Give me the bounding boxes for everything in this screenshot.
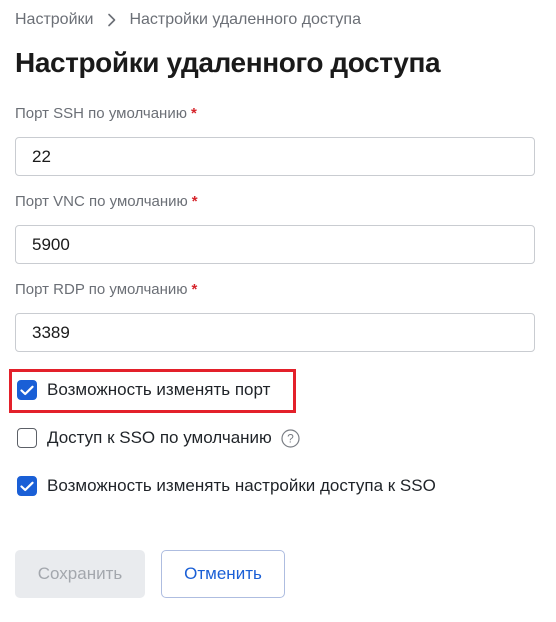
chevron-right-icon [107, 13, 116, 27]
ssh-port-input[interactable] [15, 137, 535, 176]
sso-default-access-label: Доступ к SSO по умолчанию [47, 428, 272, 447]
ssh-port-field: Порт SSH по умолчанию * [15, 105, 535, 176]
rdp-port-field: Порт RDP по умолчанию * [15, 281, 535, 352]
rdp-port-input[interactable] [15, 313, 535, 352]
page-title: Настройки удаленного доступа [15, 47, 441, 78]
vnc-port-input[interactable] [15, 225, 535, 264]
allow-port-change-checkbox[interactable] [17, 380, 37, 400]
allow-port-change-label: Возможность изменять порт [47, 380, 271, 399]
allow-port-change-checkbox-row[interactable]: Возможность изменять порт [17, 379, 270, 401]
save-button[interactable]: Сохранить [15, 550, 145, 598]
rdp-port-label: Порт RDP по умолчанию * [15, 281, 535, 299]
ssh-port-label-text: Порт SSH по умолчанию [15, 105, 187, 122]
vnc-port-label-text: Порт VNC по умолчанию [15, 193, 188, 210]
svg-text:?: ? [287, 431, 294, 445]
allow-sso-settings-change-checkbox-row[interactable]: Возможность изменять настройки доступа к… [17, 475, 436, 497]
vnc-port-label: Порт VNC по умолчанию * [15, 193, 535, 211]
required-mark: * [191, 281, 198, 298]
check-icon [20, 385, 34, 395]
sso-default-access-checkbox-row[interactable]: Доступ к SSO по умолчанию ? [17, 427, 300, 449]
vnc-port-field: Порт VNC по умолчанию * [15, 193, 535, 264]
sso-default-access-checkbox[interactable] [17, 428, 37, 448]
breadcrumb: Настройки Настройки удаленного доступа [15, 10, 361, 30]
breadcrumb-item-settings[interactable]: Настройки [15, 11, 93, 29]
breadcrumb-item-current: Настройки удаленного доступа [129, 11, 361, 28]
required-mark: * [190, 105, 197, 122]
question-circle-icon[interactable]: ? [281, 428, 300, 448]
allow-sso-settings-change-checkbox[interactable] [17, 476, 37, 496]
check-icon [20, 481, 34, 491]
rdp-port-label-text: Порт RDP по умолчанию [15, 281, 188, 298]
required-mark: * [191, 193, 198, 210]
cancel-button[interactable]: Отменить [161, 550, 285, 598]
allow-sso-settings-change-label: Возможность изменять настройки доступа к… [47, 476, 436, 495]
ssh-port-label: Порт SSH по умолчанию * [15, 105, 535, 123]
